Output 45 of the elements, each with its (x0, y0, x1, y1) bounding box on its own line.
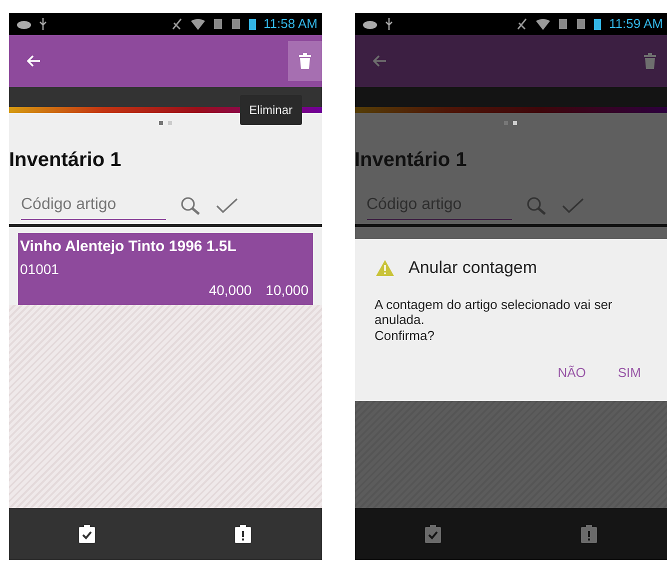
search-icon[interactable] (526, 196, 548, 216)
usb-icon (39, 18, 47, 30)
back-arrow-icon (372, 55, 386, 67)
back-arrow-icon (27, 55, 41, 67)
status-time: 11:58 AM (264, 15, 318, 34)
article-row[interactable]: Vinho Alentejo Tinto 1996 1.5L 01001 40,000 10,000 (18, 233, 312, 304)
article-code-field[interactable]: Código artigo (21, 191, 166, 220)
article-name: Vinho Alentejo Tinto 1996 1.5L (20, 237, 238, 257)
battery-icon (594, 18, 602, 30)
sim-icon (576, 18, 586, 30)
trash-icon (298, 53, 310, 69)
usb-icon (384, 18, 392, 30)
status-time: 11:59 AM (609, 15, 663, 34)
wifi-icon (190, 18, 205, 30)
clipboard-alert-icon (580, 525, 597, 543)
page-title: Inventário 1 (9, 148, 122, 173)
sim-icon (212, 18, 223, 30)
clipboard-alert-icon (235, 525, 252, 543)
dialog-title: Anular contagem (408, 257, 538, 279)
muted-icon (170, 18, 183, 30)
article-quantity: 40,000 (208, 280, 252, 300)
dialog-button[interactable]: SIM (612, 359, 647, 387)
search-icon[interactable] (180, 196, 202, 216)
tooltip: Eliminar (240, 95, 302, 125)
dialog-message: A contagem do artigo selecionado vai ser anulada. Confirma? (374, 296, 614, 344)
sim-icon (230, 18, 241, 30)
sim-icon (558, 18, 568, 30)
dialog-button[interactable]: NÃO (552, 359, 592, 387)
article-code: 01001 (20, 260, 60, 278)
clipboard-check-icon (424, 525, 441, 543)
warning-icon (374, 258, 394, 277)
article-quantity: 10,000 (266, 280, 308, 300)
battery-icon (248, 18, 256, 30)
trash-icon (644, 53, 656, 69)
clipboard-check-icon (79, 525, 96, 543)
clipboard-check-button[interactable] (79, 525, 96, 543)
clipboard-check-button[interactable] (424, 525, 441, 543)
delete-button[interactable] (288, 41, 322, 81)
page-title: Inventário 1 (354, 148, 468, 173)
clipboard-alert-button[interactable] (580, 525, 597, 543)
muted-icon (516, 18, 528, 30)
clipboard-alert-button[interactable] (235, 525, 252, 543)
wifi-icon (536, 18, 550, 30)
check-icon[interactable] (216, 198, 238, 214)
check-icon[interactable] (562, 198, 584, 214)
